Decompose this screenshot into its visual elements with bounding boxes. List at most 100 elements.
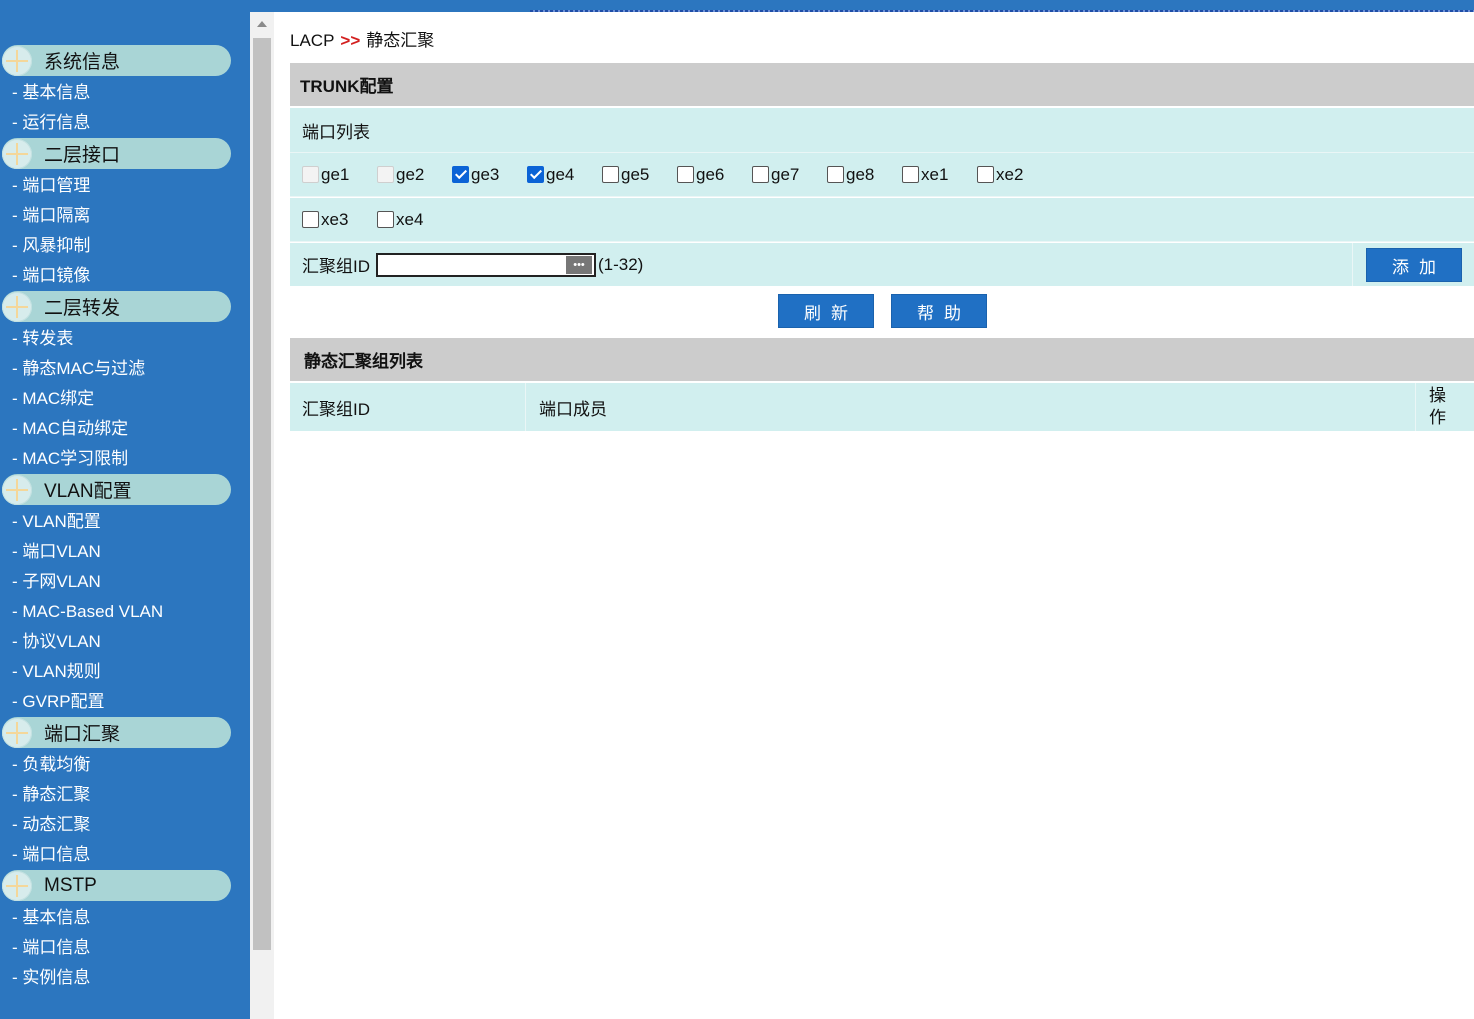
menu-group-label: 二层转发 xyxy=(44,298,121,319)
port-checkbox[interactable] xyxy=(302,211,319,228)
sidebar-menu-item[interactable]: - 基本信息 xyxy=(0,903,250,933)
menu-item-list: - 基本信息 - 端口信息 - 实例信息 xyxy=(0,901,250,993)
port-label: ge1 xyxy=(321,164,350,184)
group-id-row: 汇聚组ID ••• (1-32) 添加 xyxy=(290,243,1474,286)
sidebar-menu-item[interactable]: - 基本信息 xyxy=(0,78,250,108)
port-option-xe1[interactable]: xe1 xyxy=(902,165,977,185)
port-option-ge4[interactable]: ge4 xyxy=(527,165,602,185)
sidebar-menu-item[interactable]: - 端口VLAN xyxy=(0,537,250,567)
sidebar-menu-item[interactable]: - 负载均衡 xyxy=(0,750,250,780)
port-list-label-row: 端口列表 xyxy=(290,108,1474,153)
sidebar-menu-item[interactable]: - GVRP配置 xyxy=(0,687,250,717)
port-label: ge5 xyxy=(621,164,650,184)
port-checkbox xyxy=(377,166,394,183)
static-list-title: 静态汇聚组列表 xyxy=(304,352,423,371)
refresh-button[interactable]: 刷新 xyxy=(778,294,874,328)
column-header-port-members: 端口成员 xyxy=(527,383,1416,431)
sidebar-menu-item[interactable]: - 端口信息 xyxy=(0,933,250,963)
port-checkbox-row-1: ge1 ge2 ge3 ge4 ge5 ge6 ge7 ge8 xe1 xe2 xyxy=(290,153,1474,197)
port-checkbox xyxy=(302,166,319,183)
port-option-ge2: ge2 xyxy=(377,165,452,185)
port-option-ge6[interactable]: ge6 xyxy=(677,165,752,185)
menu-group-header[interactable]: VLAN配置 xyxy=(2,474,231,505)
sidebar-menu-item[interactable]: - MAC绑定 xyxy=(0,384,250,414)
port-option-ge5[interactable]: ge5 xyxy=(602,165,677,185)
add-button[interactable]: 添加 xyxy=(1366,248,1462,282)
menu-group-label: 二层接口 xyxy=(44,145,121,166)
menu-item-list: - 转发表 - 静态MAC与过滤 - MAC绑定 - MAC自动绑定 - MAC学习限制 xyxy=(0,322,250,474)
port-checkbox[interactable] xyxy=(977,166,994,183)
static-list-header: 静态汇聚组列表 xyxy=(290,338,1474,381)
sidebar-scrollbar[interactable] xyxy=(250,12,274,1019)
menu-group-header[interactable]: 二层转发 xyxy=(2,291,231,322)
expand-plus-icon[interactable] xyxy=(2,870,32,901)
sidebar-menu-item[interactable]: - MAC自动绑定 xyxy=(0,414,250,444)
sidebar-menu-item[interactable]: - 静态汇聚 xyxy=(0,780,250,810)
menu-group: 二层转发 - 转发表 - 静态MAC与过滤 - MAC绑定 - MAC自动绑定 - MAC… xyxy=(0,291,250,474)
port-label: xe2 xyxy=(996,164,1024,184)
port-checkbox-row-2: xe3 xe4 xyxy=(290,198,1474,242)
menu-group-label: 端口汇聚 xyxy=(44,724,121,745)
sidebar-menu: 系统信息 - 基本信息 - 运行信息 二层接口 - 端口管理 - 端口隔离 - 风暴抑制 - … xyxy=(0,45,250,993)
menu-group: MSTP - 基本信息 - 端口信息 - 实例信息 xyxy=(0,870,250,993)
sidebar-menu-item[interactable]: - 协议VLAN xyxy=(0,627,250,657)
port-checkbox[interactable] xyxy=(452,166,469,183)
sidebar-menu-item[interactable]: - 转发表 xyxy=(0,324,250,354)
port-option-ge8[interactable]: ge8 xyxy=(827,165,902,185)
scroll-thumb[interactable] xyxy=(253,38,271,950)
group-id-input[interactable]: ••• xyxy=(376,252,596,277)
port-checkbox[interactable] xyxy=(752,166,769,183)
menu-group: 系统信息 - 基本信息 - 运行信息 xyxy=(0,45,250,138)
sidebar-menu-item[interactable]: - 风暴抑制 xyxy=(0,231,250,261)
sidebar-menu-item[interactable]: - 动态汇聚 xyxy=(0,810,250,840)
scroll-up-arrow-icon[interactable] xyxy=(250,12,274,36)
sidebar-menu-item[interactable]: - 运行信息 xyxy=(0,108,250,138)
port-checkbox[interactable] xyxy=(902,166,919,183)
expand-plus-icon[interactable] xyxy=(2,474,32,505)
menu-group-header[interactable]: 系统信息 xyxy=(2,45,231,76)
port-checkbox[interactable] xyxy=(602,166,619,183)
sidebar-menu-item[interactable]: - MAC-Based VLAN xyxy=(0,597,250,627)
sidebar-menu-item[interactable]: - 实例信息 xyxy=(0,963,250,993)
top-dashed-line xyxy=(530,10,1474,12)
menu-item-list: - 基本信息 - 运行信息 xyxy=(0,76,250,138)
sidebar-menu-item[interactable]: - VLAN规则 xyxy=(0,657,250,687)
port-option-xe4[interactable]: xe4 xyxy=(377,210,452,230)
menu-group-header[interactable]: 二层接口 xyxy=(2,138,231,169)
port-checkbox[interactable] xyxy=(827,166,844,183)
expand-plus-icon[interactable] xyxy=(2,45,32,76)
help-button[interactable]: 帮助 xyxy=(891,294,987,328)
port-option-ge1: ge1 xyxy=(302,165,377,185)
top-banner-strip xyxy=(250,0,1474,12)
breadcrumb: LACP >> 静态汇聚 xyxy=(290,26,434,51)
sidebar-menu-item[interactable]: - 端口信息 xyxy=(0,840,250,870)
port-label: ge3 xyxy=(471,164,500,184)
port-checkbox[interactable] xyxy=(527,166,544,183)
port-checkbox[interactable] xyxy=(377,211,394,228)
port-option-xe2[interactable]: xe2 xyxy=(977,165,1052,185)
sidebar-menu-item[interactable]: - MAC学习限制 xyxy=(0,444,250,474)
expand-plus-icon[interactable] xyxy=(2,717,32,748)
sidebar-menu-item[interactable]: - 子网VLAN xyxy=(0,567,250,597)
port-label: ge7 xyxy=(771,164,800,184)
breadcrumb-root: LACP xyxy=(290,31,335,50)
menu-group-header[interactable]: MSTP xyxy=(2,870,231,901)
port-option-ge3[interactable]: ge3 xyxy=(452,165,527,185)
sidebar-menu-item[interactable]: - VLAN配置 xyxy=(0,507,250,537)
menu-group-header[interactable]: 端口汇聚 xyxy=(2,717,231,748)
password-manager-icon[interactable]: ••• xyxy=(566,255,592,274)
menu-item-list: - VLAN配置 - 端口VLAN - 子网VLAN - MAC-Based VLAN… xyxy=(0,505,250,717)
port-label: ge2 xyxy=(396,164,425,184)
port-option-xe3[interactable]: xe3 xyxy=(302,210,377,230)
sidebar-menu-item[interactable]: - 端口镜像 xyxy=(0,261,250,291)
trunk-config-header: TRUNK配置 xyxy=(290,63,1474,106)
expand-plus-icon[interactable] xyxy=(2,291,32,322)
menu-group-label: MSTP xyxy=(44,874,97,896)
port-checkbox[interactable] xyxy=(677,166,694,183)
sidebar-menu-item[interactable]: - 端口隔离 xyxy=(0,201,250,231)
menu-item-list: - 端口管理 - 端口隔离 - 风暴抑制 - 端口镜像 xyxy=(0,169,250,291)
sidebar-menu-item[interactable]: - 静态MAC与过滤 xyxy=(0,354,250,384)
port-option-ge7[interactable]: ge7 xyxy=(752,165,827,185)
sidebar-menu-item[interactable]: - 端口管理 xyxy=(0,171,250,201)
expand-plus-icon[interactable] xyxy=(2,138,32,169)
